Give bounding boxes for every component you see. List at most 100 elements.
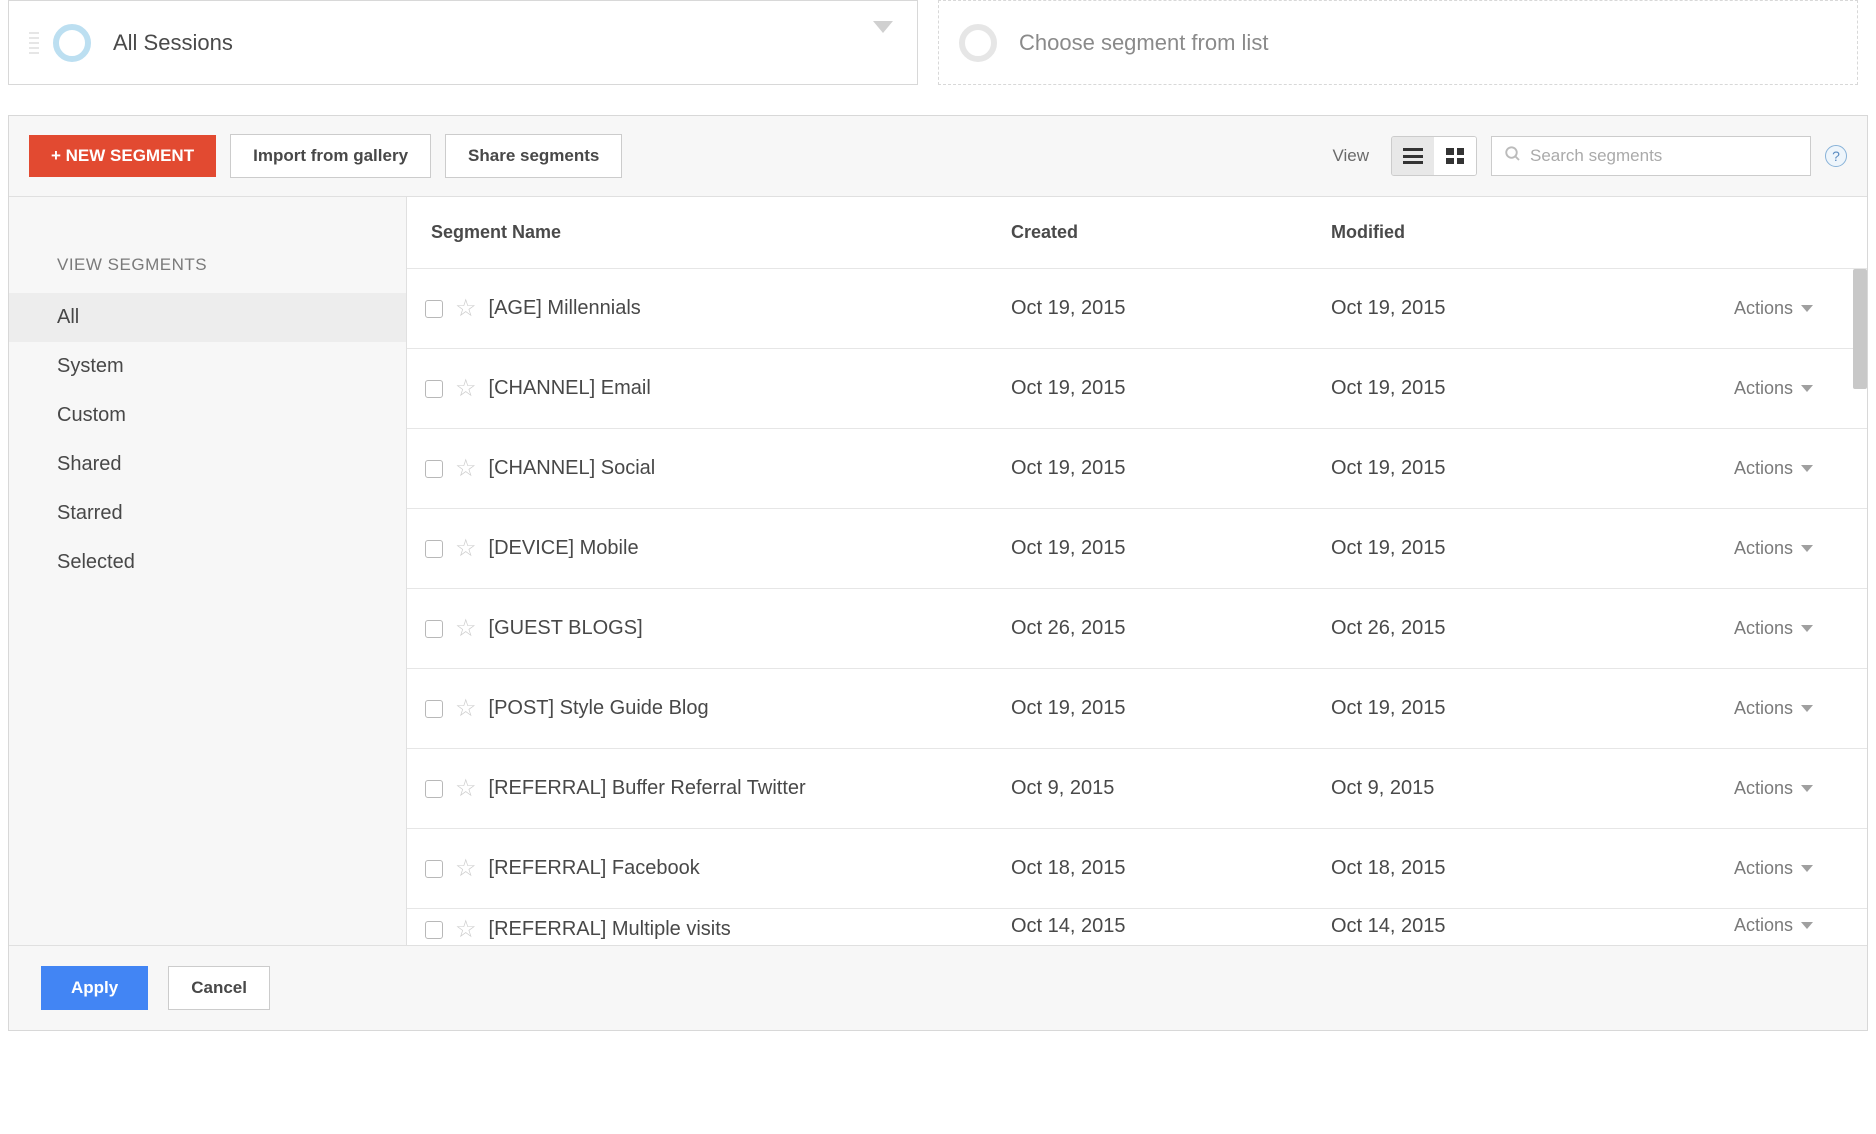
table-row: ☆ [REFERRAL] Facebook Oct 18, 2015Oct 18, … — [407, 829, 1867, 909]
sidebar-item-shared[interactable]: Shared — [9, 440, 406, 489]
segment-card-title: All Sessions — [113, 30, 233, 56]
star-icon[interactable]: ☆ — [455, 694, 477, 723]
star-icon[interactable]: ☆ — [455, 294, 477, 323]
actions-button[interactable]: Actions — [1734, 698, 1813, 719]
actions-button[interactable]: Actions — [1734, 858, 1813, 879]
chevron-down-icon — [1801, 785, 1813, 792]
sidebar-item-selected[interactable]: Selected — [9, 538, 406, 587]
segment-created: Oct 26, 2015 — [1011, 617, 1331, 640]
sidebar-item-custom[interactable]: Custom — [9, 391, 406, 440]
donut-icon — [53, 24, 91, 62]
sidebar: VIEW SEGMENTS AllSystemCustomSharedStarr… — [9, 197, 407, 945]
row-checkbox[interactable] — [425, 860, 443, 878]
segment-card-placeholder[interactable]: Choose segment from list — [938, 0, 1858, 85]
segment-modified: Oct 19, 2015 — [1331, 697, 1647, 720]
chevron-down-icon — [1801, 865, 1813, 872]
actions-button[interactable]: Actions — [1734, 298, 1813, 319]
segment-modified: Oct 19, 2015 — [1331, 537, 1647, 560]
row-checkbox[interactable] — [425, 780, 443, 798]
segment-name[interactable]: [CHANNEL] Social — [489, 457, 656, 480]
star-icon[interactable]: ☆ — [455, 534, 477, 563]
star-icon[interactable]: ☆ — [455, 915, 477, 944]
segments-table: Segment Name Created Modified ☆ [AGE] Mil… — [407, 197, 1867, 945]
col-header-name: Segment Name — [431, 222, 561, 243]
segment-modified: Oct 14, 2015 — [1331, 915, 1647, 938]
cancel-button[interactable]: Cancel — [168, 966, 270, 1010]
table-row: ☆ [CHANNEL] Social Oct 19, 2015Oct 19, 201… — [407, 429, 1867, 509]
segment-modified: Oct 26, 2015 — [1331, 617, 1647, 640]
segment-placeholder-label: Choose segment from list — [1019, 30, 1268, 56]
actions-button[interactable]: Actions — [1734, 915, 1813, 936]
segment-name[interactable]: [GUEST BLOGS] — [489, 617, 643, 640]
view-list-button[interactable] — [1392, 137, 1434, 175]
row-checkbox[interactable] — [425, 300, 443, 318]
segment-created: Oct 19, 2015 — [1011, 457, 1331, 480]
row-checkbox[interactable] — [425, 460, 443, 478]
search-input[interactable] — [1530, 146, 1798, 166]
sidebar-item-starred[interactable]: Starred — [9, 489, 406, 538]
sidebar-header: VIEW SEGMENTS — [9, 255, 406, 293]
segment-name[interactable]: [REFERRAL] Buffer Referral Twitter — [489, 777, 806, 800]
sidebar-item-system[interactable]: System — [9, 342, 406, 391]
segment-card-all-sessions[interactable]: All Sessions — [8, 0, 918, 85]
toolbar: + NEW SEGMENT Import from gallery Share … — [9, 116, 1867, 196]
view-grid-button[interactable] — [1434, 137, 1476, 175]
segment-created: Oct 9, 2015 — [1011, 777, 1331, 800]
actions-button[interactable]: Actions — [1734, 378, 1813, 399]
segment-name[interactable]: [DEVICE] Mobile — [489, 537, 639, 560]
table-row: ☆ [REFERRAL] Multiple visits Oct 14, 2015O… — [407, 909, 1867, 945]
apply-button[interactable]: Apply — [41, 966, 148, 1010]
actions-button[interactable]: Actions — [1734, 778, 1813, 799]
star-icon[interactable]: ☆ — [455, 854, 477, 883]
segment-name[interactable]: [REFERRAL] Multiple visits — [489, 918, 731, 941]
chevron-down-icon[interactable] — [873, 21, 893, 33]
actions-button[interactable]: Actions — [1734, 458, 1813, 479]
segment-modified: Oct 19, 2015 — [1331, 457, 1647, 480]
table-row: ☆ [GUEST BLOGS] Oct 26, 2015Oct 26, 2015 Ac… — [407, 589, 1867, 669]
star-icon[interactable]: ☆ — [455, 454, 477, 483]
table-row: ☆[AGE] MillennialsOct 19, 2015Oct 19, 20… — [407, 269, 1867, 349]
scrollbar-thumb[interactable] — [1853, 269, 1867, 389]
star-icon[interactable]: ☆ — [455, 374, 477, 403]
segment-created: Oct 19, 2015 — [1011, 697, 1331, 720]
segment-created: Oct 19, 2015 — [1011, 377, 1331, 400]
search-icon — [1504, 145, 1522, 168]
segment-created: Oct 18, 2015 — [1011, 857, 1331, 880]
chevron-down-icon — [1801, 625, 1813, 632]
segment-name[interactable]: [POST] Style Guide Blog — [489, 697, 709, 720]
sidebar-item-all[interactable]: All — [9, 293, 406, 342]
star-icon[interactable]: ☆ — [455, 614, 477, 643]
help-icon[interactable]: ? — [1825, 145, 1847, 167]
segments-panel: + NEW SEGMENT Import from gallery Share … — [8, 115, 1868, 1031]
chevron-down-icon — [1801, 465, 1813, 472]
actions-button[interactable]: Actions — [1734, 538, 1813, 559]
drag-handle-icon[interactable] — [29, 23, 39, 63]
row-checkbox[interactable] — [425, 380, 443, 398]
donut-icon — [959, 24, 997, 62]
table-row: ☆ [REFERRAL] Buffer Referral Twitter Oct 9… — [407, 749, 1867, 829]
segment-name[interactable]: [AGE] Millennials — [489, 297, 641, 320]
row-checkbox[interactable] — [425, 620, 443, 638]
segment-created: Oct 14, 2015 — [1011, 915, 1331, 938]
new-segment-button[interactable]: + NEW SEGMENT — [29, 135, 216, 177]
search-segments-box[interactable] — [1491, 136, 1811, 176]
chevron-down-icon — [1801, 385, 1813, 392]
row-checkbox[interactable] — [425, 700, 443, 718]
star-icon[interactable]: ☆ — [455, 774, 477, 803]
segment-modified: Oct 9, 2015 — [1331, 777, 1647, 800]
share-segments-button[interactable]: Share segments — [445, 134, 622, 178]
segment-name[interactable]: [CHANNEL] Email — [489, 377, 651, 400]
segment-created: Oct 19, 2015 — [1011, 537, 1331, 560]
row-checkbox[interactable] — [425, 921, 443, 939]
table-row: ☆ [POST] Style Guide Blog Oct 19, 2015Oct … — [407, 669, 1867, 749]
table-header-row: Segment Name Created Modified — [407, 197, 1867, 269]
view-toggle — [1391, 136, 1477, 176]
chevron-down-icon — [1801, 545, 1813, 552]
row-checkbox[interactable] — [425, 540, 443, 558]
segment-name[interactable]: [REFERRAL] Facebook — [489, 857, 700, 880]
segment-modified: Oct 19, 2015 — [1331, 377, 1647, 400]
list-icon — [1403, 148, 1423, 164]
segment-modified: Oct 18, 2015 — [1331, 857, 1647, 880]
actions-button[interactable]: Actions — [1734, 618, 1813, 639]
import-from-gallery-button[interactable]: Import from gallery — [230, 134, 431, 178]
